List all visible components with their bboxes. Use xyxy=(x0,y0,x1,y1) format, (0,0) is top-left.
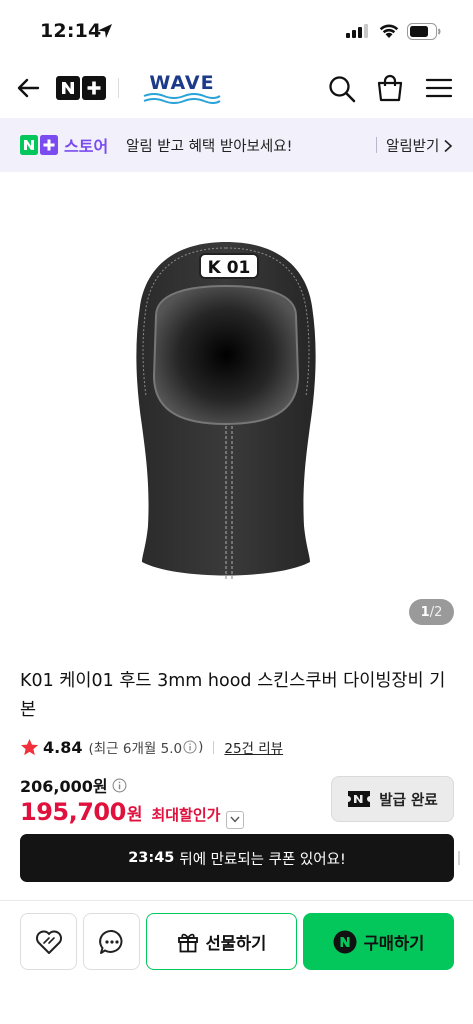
shopping-bag-icon[interactable] xyxy=(375,73,405,103)
review-count-link[interactable]: 25건 리뷰 xyxy=(224,737,283,757)
coupon-issued-label: 발급 완료 xyxy=(379,792,438,809)
sale-price-row: 195,700 원 최대할인가 xyxy=(20,798,245,832)
cellular-signal-icon xyxy=(346,24,368,38)
promo-message: 알림 받고 혜택 받아보세요! xyxy=(126,139,293,155)
total-pages: /2 xyxy=(429,604,443,620)
top-nav-bar: WAVE xyxy=(0,60,473,116)
svg-text:K 01: K 01 xyxy=(208,258,251,278)
naver-plus-logo[interactable] xyxy=(56,76,106,100)
coupon-expiry-time: 23:45 xyxy=(128,850,175,866)
image-page-indicator: 1 /2 xyxy=(409,599,454,625)
wishlist-button[interactable] xyxy=(20,913,77,970)
sale-price-unit: 원 xyxy=(126,805,143,825)
hamburger-menu-icon[interactable] xyxy=(425,76,453,100)
sale-price: 195,700 xyxy=(20,798,126,826)
npay-icon xyxy=(333,930,357,953)
subscribe-alert-button[interactable]: 알림받기 xyxy=(386,135,453,156)
wifi-icon xyxy=(379,24,399,38)
buy-now-button[interactable]: 구매하기 xyxy=(303,913,454,970)
chat-bubble-icon xyxy=(98,929,122,954)
coupon-issued-button[interactable]: 발급 완료 xyxy=(331,776,454,822)
store-name: 스토어 xyxy=(64,137,109,156)
gift-icon xyxy=(177,933,198,952)
naver-plus-store-logo: 스토어 xyxy=(20,134,108,156)
nav-divider xyxy=(118,78,119,98)
product-image-carousel[interactable]: K 01 1 /2 xyxy=(0,172,473,650)
search-icon[interactable] xyxy=(327,74,357,104)
discount-details-toggle[interactable] xyxy=(226,810,245,829)
info-icon[interactable] xyxy=(183,740,197,754)
coupon-icon xyxy=(348,791,371,807)
coupon-expiry-banner[interactable]: 23:45 뒤에 만료되는 쿠폰 있어요! xyxy=(20,834,454,882)
price-info-icon[interactable] xyxy=(112,778,127,793)
heart-icon xyxy=(35,930,62,954)
scroll-edge-mark xyxy=(458,851,460,865)
current-page: 1 xyxy=(420,604,430,620)
original-price: 206,000원 xyxy=(20,777,108,796)
rating-score: 4.84 xyxy=(43,737,83,757)
back-arrow-icon[interactable] xyxy=(14,74,44,102)
location-arrow-icon xyxy=(98,24,112,38)
promo-divider xyxy=(376,137,377,153)
bottom-bar-divider xyxy=(0,900,473,901)
chevron-right-icon xyxy=(444,139,453,152)
brand-logo-text: WAVE xyxy=(149,72,215,94)
wave-logo-icon xyxy=(143,93,221,104)
original-price-row: 206,000원 xyxy=(20,773,127,797)
subscribe-alert-label: 알림받기 xyxy=(386,139,440,155)
battery-icon xyxy=(407,23,441,40)
star-icon xyxy=(20,738,39,755)
max-discount-label: 최대할인가 xyxy=(151,806,221,824)
home-indicator xyxy=(0,1018,473,1024)
status-bar: 12:14 xyxy=(0,0,473,60)
chevron-down-icon xyxy=(230,816,240,823)
product-title: K01 케이01 후드 3mm hood 스킨스쿠버 다이빙장비 기본 xyxy=(20,671,446,720)
status-time: 12:14 xyxy=(40,20,102,42)
rating-separator xyxy=(213,740,215,754)
coupon-expiry-message: 뒤에 만료되는 쿠폰 있어요! xyxy=(179,851,346,868)
brand-logo[interactable]: WAVE xyxy=(142,70,222,106)
notification-promo-banner[interactable]: 스토어 알림 받고 혜택 받아보세요! 알림받기 xyxy=(0,118,473,172)
recent-rating-prefix: (최근 6개월 5.0 xyxy=(88,741,183,757)
recent-rating-suffix: ) xyxy=(198,739,204,755)
gift-button-label: 선물하기 xyxy=(205,933,267,953)
gift-button[interactable]: 선물하기 xyxy=(146,913,297,970)
diving-hood-product-image: K 01 xyxy=(136,242,316,581)
talk-chat-button[interactable] xyxy=(83,913,140,970)
rating-row: 4.84 (최근 6개월 5.0 ) 25건 리뷰 xyxy=(20,736,283,758)
buy-now-label: 구매하기 xyxy=(363,933,425,953)
nplus-store-mark-icon xyxy=(20,135,58,155)
